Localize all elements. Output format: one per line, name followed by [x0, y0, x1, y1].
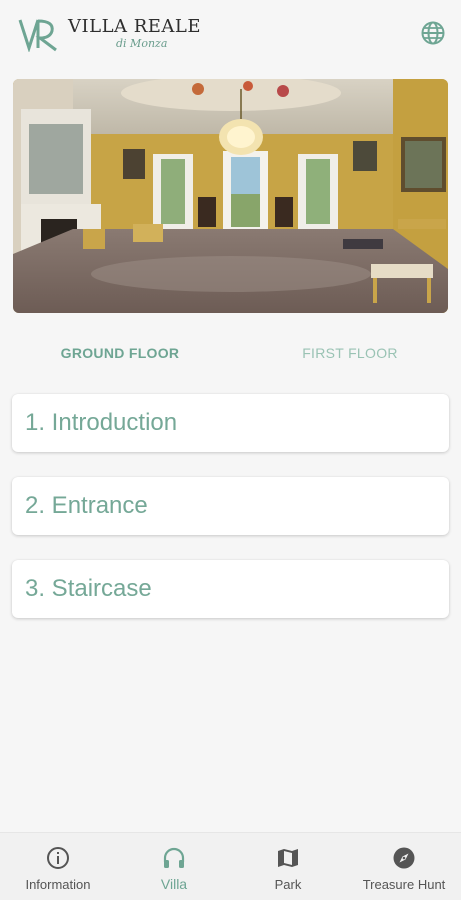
nav-label-park: Park	[274, 877, 302, 892]
tab-first-floor[interactable]: FIRST FLOOR	[250, 330, 450, 376]
room-card-staircase[interactable]: 3. Staircase	[12, 560, 449, 618]
nav-label-information: Information	[25, 877, 91, 892]
hall-illustration	[13, 79, 448, 313]
logo-title: VILLA REALE	[68, 16, 202, 37]
logo-subtitle: di Monza	[116, 37, 168, 50]
room-card-introduction[interactable]: 1. Introduction	[12, 394, 449, 452]
app-header: VILLA REALE di Monza	[0, 0, 461, 66]
floor-tabs: GROUND FLOOR FIRST FLOOR	[0, 330, 461, 376]
nav-label-treasure-hunt: Treasure Hunt	[362, 877, 446, 892]
tab-ground-floor[interactable]: GROUND FLOOR	[20, 330, 220, 376]
room-card-label: 3. Staircase	[25, 575, 152, 602]
info-icon	[47, 847, 69, 869]
villa-reale-logo: VILLA REALE di Monza	[18, 14, 201, 54]
bottom-navigation: Information Villa Park Treasure Hunt	[0, 832, 461, 900]
headphones-icon	[163, 847, 185, 868]
room-card-entrance[interactable]: 2. Entrance	[12, 477, 449, 535]
nav-villa[interactable]: Villa	[124, 833, 224, 900]
nav-information[interactable]: Information	[8, 833, 108, 900]
room-card-label: 1. Introduction	[25, 409, 178, 436]
globe-icon[interactable]	[420, 20, 446, 46]
nav-park[interactable]: Park	[238, 833, 338, 900]
room-card-label: 2. Entrance	[25, 492, 148, 519]
map-icon	[278, 849, 298, 867]
vr-monogram	[18, 19, 57, 52]
nav-treasure-hunt[interactable]: Treasure Hunt	[352, 833, 456, 900]
villa-hall-photo	[13, 79, 448, 313]
nav-label-villa: Villa	[160, 876, 188, 892]
compass-icon	[393, 847, 415, 869]
